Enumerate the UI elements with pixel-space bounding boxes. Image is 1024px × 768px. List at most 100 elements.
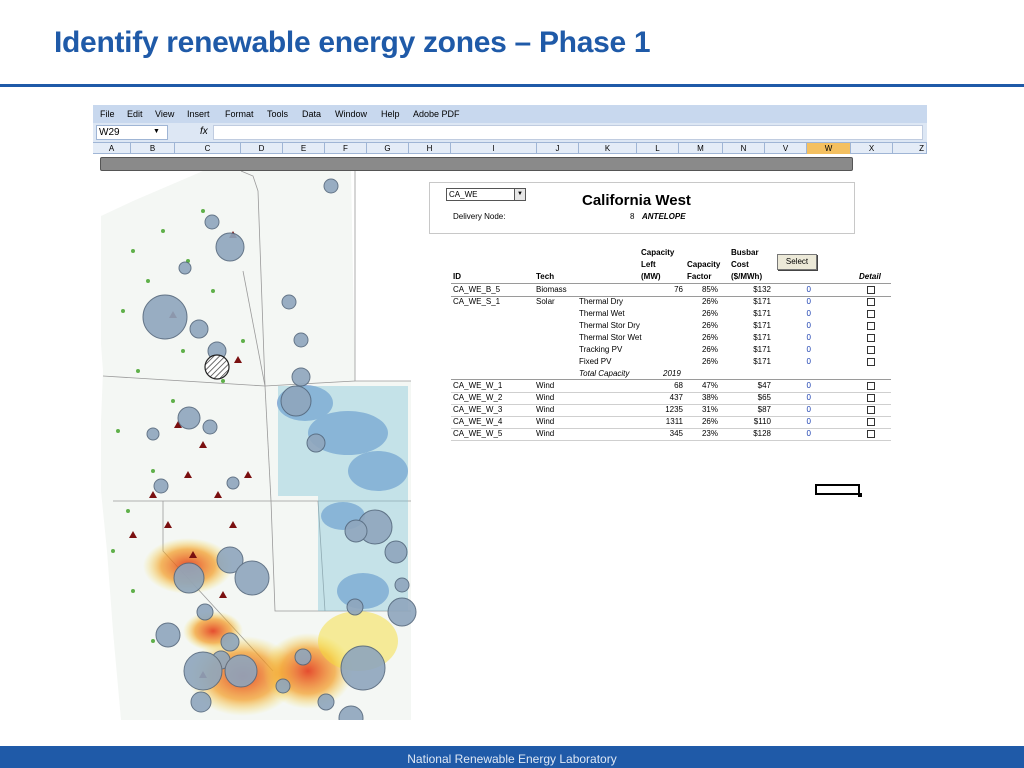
column-header[interactable]: A xyxy=(93,143,131,154)
detail-checkbox[interactable] xyxy=(867,382,875,390)
cell-selected-mw[interactable]: 0 xyxy=(781,344,811,356)
column-header[interactable]: C xyxy=(175,143,241,154)
column-header[interactable]: H xyxy=(409,143,451,154)
slide-title: Identify renewable energy zones – Phase … xyxy=(54,26,651,59)
cell-id: CA_WE_S_1 xyxy=(453,297,501,306)
cell-selected-mw[interactable]: 0 xyxy=(781,380,811,392)
cell-tech: Wind xyxy=(536,405,555,414)
fill-handle[interactable] xyxy=(858,493,862,497)
header-busbar-cost: ($/MWh) xyxy=(731,272,763,281)
detail-checkbox[interactable] xyxy=(867,406,875,414)
cell-capacity-factor: 26% xyxy=(701,333,718,342)
dropdown-arrow-icon[interactable]: ▼ xyxy=(514,189,525,200)
detail-checkbox[interactable] xyxy=(867,298,875,306)
header-busbar-cost: Busbar xyxy=(731,248,759,257)
cell-selected-mw[interactable]: 0 xyxy=(781,428,811,440)
cell-subtype: Thermal Wet xyxy=(579,309,625,318)
delivery-node-number: 8 xyxy=(630,212,635,221)
cell-id: CA_WE_W_3 xyxy=(453,405,503,414)
cell-busbar-cost: $171 xyxy=(753,321,771,330)
cell-capacity-factor: 26% xyxy=(701,345,718,354)
cell-capacity-factor: 26% xyxy=(701,357,718,366)
zone-dropdown-value: CA_WE xyxy=(449,190,478,199)
cell-tech: Solar xyxy=(536,297,555,306)
formula-input[interactable] xyxy=(213,125,923,140)
cell-selected-mw[interactable]: 0 xyxy=(781,320,811,332)
cell-capacity-left: 76 xyxy=(674,285,683,294)
column-header-active[interactable]: W xyxy=(807,143,851,154)
menu-insert[interactable]: Insert xyxy=(187,109,210,119)
column-header[interactable]: F xyxy=(325,143,367,154)
cell-selected-mw[interactable]: 0 xyxy=(781,356,811,368)
column-headers: A B C D E F G H I J K L M N V W X Z xyxy=(93,143,927,154)
header-tech: Tech xyxy=(536,272,555,281)
menu-help[interactable]: Help xyxy=(381,109,400,119)
cell-subtype: Thermal Stor Wet xyxy=(579,333,642,342)
cell-subtype: Thermal Stor Dry xyxy=(579,321,640,330)
menu-tools[interactable]: Tools xyxy=(267,109,288,119)
excel-window: File Edit View Insert Format Tools Data … xyxy=(93,105,927,720)
header-capacity-left: (MW) xyxy=(641,272,661,281)
menu-format[interactable]: Format xyxy=(225,109,254,119)
column-header[interactable]: G xyxy=(367,143,409,154)
cell-cursor[interactable] xyxy=(815,484,862,497)
cell-subtype: Thermal Dry xyxy=(579,297,624,306)
cell-selected-mw[interactable]: 0 xyxy=(781,404,811,416)
menu-file[interactable]: File xyxy=(100,109,115,119)
column-header[interactable]: X xyxy=(851,143,893,154)
cell-capacity-left: 437 xyxy=(669,393,683,402)
select-button[interactable]: Select xyxy=(777,254,817,270)
cell-selected-mw[interactable]: 0 xyxy=(781,308,811,320)
cell-capacity-left: 1311 xyxy=(665,417,683,426)
cell-selected-mw[interactable]: 0 xyxy=(781,284,811,296)
menu-window[interactable]: Window xyxy=(335,109,367,119)
column-header[interactable]: L xyxy=(637,143,679,154)
column-header[interactable]: J xyxy=(537,143,579,154)
detail-checkbox[interactable] xyxy=(867,310,875,318)
title-divider xyxy=(0,84,1024,87)
horizontal-scrollbar[interactable] xyxy=(100,157,853,171)
menu-data[interactable]: Data xyxy=(302,109,321,119)
column-header[interactable]: Z xyxy=(893,143,927,154)
menu-adobe-pdf[interactable]: Adobe PDF xyxy=(413,109,460,119)
detail-checkbox[interactable] xyxy=(867,286,875,294)
cell-selected-mw[interactable]: 0 xyxy=(781,392,811,404)
zone-dropdown[interactable]: CA_WE ▼ xyxy=(446,188,526,201)
row-rule xyxy=(451,296,891,297)
cell-capacity-factor: 26% xyxy=(701,309,718,318)
cell-capacity-factor: 26% xyxy=(701,297,718,306)
detail-checkbox[interactable] xyxy=(867,334,875,342)
menu-bar: File Edit View Insert Format Tools Data … xyxy=(93,105,927,123)
detail-checkbox[interactable] xyxy=(867,394,875,402)
cell-id: CA_WE_W_5 xyxy=(453,429,503,438)
cell-tech: Wind xyxy=(536,393,555,402)
column-header[interactable]: V xyxy=(765,143,807,154)
column-header[interactable]: M xyxy=(679,143,723,154)
cell-selected-mw[interactable]: 0 xyxy=(781,416,811,428)
selected-zone-bubble xyxy=(204,354,230,380)
cell-selected-mw[interactable]: 0 xyxy=(781,296,811,308)
column-header[interactable]: D xyxy=(241,143,283,154)
column-header[interactable]: I xyxy=(451,143,537,154)
cell-capacity-left: 1235 xyxy=(665,405,683,414)
header-capacity-left: Left xyxy=(641,260,656,269)
detail-checkbox[interactable] xyxy=(867,346,875,354)
cell-busbar-cost: $47 xyxy=(757,381,771,390)
detail-checkbox[interactable] xyxy=(867,358,875,366)
column-header[interactable]: N xyxy=(723,143,765,154)
detail-checkbox[interactable] xyxy=(867,430,875,438)
detail-checkbox[interactable] xyxy=(867,418,875,426)
header-id: ID xyxy=(453,272,461,281)
column-header[interactable]: K xyxy=(579,143,637,154)
row-rule xyxy=(451,440,891,441)
function-icon[interactable]: fx xyxy=(200,126,208,137)
detail-checkbox[interactable] xyxy=(867,322,875,330)
name-box-dropdown-icon[interactable]: ▼ xyxy=(153,128,160,135)
column-header[interactable]: E xyxy=(283,143,325,154)
column-header[interactable]: B xyxy=(131,143,175,154)
delivery-node-name: ANTELOPE xyxy=(642,212,686,221)
cell-selected-mw[interactable]: 0 xyxy=(781,332,811,344)
menu-edit[interactable]: Edit xyxy=(127,109,143,119)
menu-view[interactable]: View xyxy=(155,109,174,119)
cell-subtype: Fixed PV xyxy=(579,357,612,366)
